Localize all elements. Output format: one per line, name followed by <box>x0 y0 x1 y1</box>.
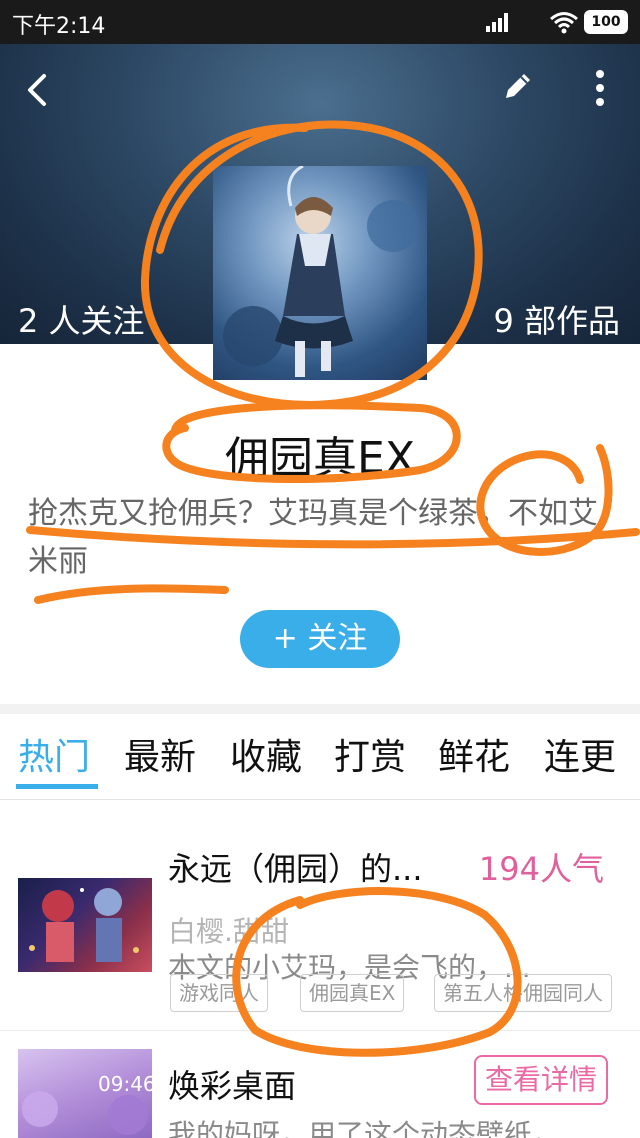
more-icon[interactable] <box>590 68 610 108</box>
wifi-icon <box>550 12 578 34</box>
item-title[interactable]: 焕彩桌面 <box>168 1061 296 1107</box>
status-time: 下午2:14 <box>12 14 106 39</box>
followers-count[interactable]: 2 人关注 <box>18 296 145 342</box>
works-count[interactable]: 9 部作品 <box>493 296 620 342</box>
status-bar: 下午2:14 100 <box>0 0 640 44</box>
item-description: 我的妈呀，用了这个动态壁纸， <box>168 1118 561 1138</box>
back-icon[interactable] <box>22 72 52 108</box>
item-tag[interactable]: 第五人格佣园同人 <box>434 974 612 1012</box>
avatar-illustration <box>223 166 419 377</box>
tab-bar: 热门 最新 收藏 打赏 鲜花 连更 <box>0 714 640 800</box>
signal-icon <box>486 13 508 32</box>
list-item[interactable]: 永远（佣园）的... 194人气 白樱.甜甜 本文的小艾玛，是会飞的，... 游… <box>0 800 640 1030</box>
profile-name: 佣园真EX <box>225 433 415 484</box>
tab-rewards[interactable]: 打赏 <box>334 728 406 780</box>
item-tag[interactable]: 佣园真EX <box>300 974 405 1012</box>
follow-button[interactable]: + 关注 <box>240 610 400 668</box>
item-popularity: 194人气 <box>478 850 604 888</box>
avatar[interactable] <box>213 166 427 380</box>
item-title[interactable]: 永远（佣园）的... <box>168 844 423 890</box>
tab-flowers[interactable]: 鲜花 <box>438 728 510 780</box>
battery-icon: 100 <box>584 10 628 34</box>
item-tag[interactable]: 游戏同人 <box>170 974 268 1012</box>
profile-bio: 抢杰克又抢佣兵？艾玛真是个绿茶，不如艾米丽 <box>28 496 598 579</box>
item-thumbnail[interactable]: 09:46 <box>18 1049 152 1138</box>
item-thumbnail[interactable] <box>18 878 152 972</box>
pencil-icon[interactable] <box>500 68 536 104</box>
tab-latest[interactable]: 最新 <box>124 728 196 780</box>
view-details-button[interactable]: 查看详情 <box>474 1055 608 1105</box>
svg-text:09:46: 09:46 <box>98 1072 152 1096</box>
section-divider <box>0 704 640 714</box>
item-author: 白樱.甜甜 <box>168 915 289 948</box>
list-item[interactable]: 09:46 焕彩桌面 查看详情 我的妈呀，用了这个动态壁纸， <box>0 1031 640 1138</box>
tab-serial[interactable]: 连更 <box>544 728 616 780</box>
active-tab-indicator <box>16 784 98 789</box>
tab-hot[interactable]: 热门 <box>18 728 90 780</box>
tab-favorites[interactable]: 收藏 <box>230 728 302 780</box>
